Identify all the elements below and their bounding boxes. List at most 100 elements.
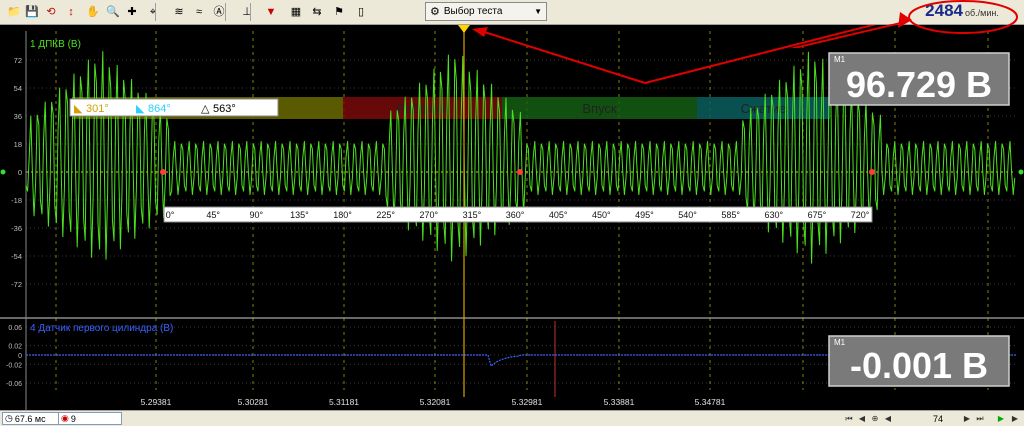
y-tick-label: 18 [14,140,22,149]
x-tick-label: 5.32081 [420,397,451,407]
cursor-3-icon: △ [201,102,210,115]
gear-icon: ⚙ [430,6,440,18]
cursor-3-value: 563° [213,103,236,115]
trigger-level-left [0,169,6,175]
vertical-scale-icon[interactable]: ↕ [62,3,80,21]
measurement-top-value: 96.729 В [846,64,992,105]
x-tick-label: 5.30281 [238,397,269,407]
y-tick-label: 0.06 [8,325,22,332]
scope-icon[interactable]: ⇆ [308,3,326,21]
x-tick-label: 5.29381 [141,397,172,407]
flag-icon[interactable]: ⚑ [330,3,348,21]
next-page-button[interactable]: ▶ [961,412,973,425]
measurement-top: M196.729 В [828,52,1010,106]
trigger-level-right [1018,169,1024,175]
first-button[interactable]: ⏮ [843,412,855,425]
degree-tick-label: 540° [678,210,697,220]
clock-icon: ◷ [5,413,13,423]
play-button[interactable]: ▶ [995,412,1007,425]
degree-tick-label: 675° [808,210,827,220]
timebase-value: 67.6 мс [14,413,46,424]
x-tick-label: 5.32981 [512,397,543,407]
toolbar-separator [225,3,226,21]
save-icon[interactable]: 💾 [23,3,41,21]
y-tick-label: -54 [11,252,22,261]
zoom-fit-icon[interactable]: ⟲ [42,3,60,21]
measurement-top-tag: M1 [834,55,846,64]
page-number: 74 [932,413,943,424]
step-button[interactable]: ▶ [1009,412,1021,425]
cursor-1-value: 301° [86,103,109,115]
y-tick-label: 54 [14,84,22,93]
timebase-field[interactable]: ◷ 67.6 мс [2,412,66,425]
zero-crossing-marker [517,169,523,175]
chevron-down-icon: ▼ [534,7,542,16]
hand-icon[interactable]: ✋ [84,3,102,21]
rpm-readout: 2484 об./мин. [900,1,1024,23]
channel-count-field[interactable]: ◉ 9 [58,412,122,425]
x-tick-label: 5.33881 [604,397,635,407]
degree-tick-label: 585° [721,210,740,220]
degree-tick-label: 135° [290,210,309,220]
y-tick-label: -18 [11,196,22,205]
x-tick-label: 5.31181 [329,397,359,407]
y-tick-label: -72 [11,280,22,289]
rpm-unit: об./мин. [964,8,999,18]
cursor-info-box: ◣ 301° ◣ 864° △ 563° [69,98,279,117]
degree-tick-label: 180° [333,210,352,220]
toolbar-separator [155,3,156,21]
measurement-bottom-tag: M1 [834,338,846,347]
degree-tick-label: 0° [166,210,175,220]
phase-label-3: Впуск [582,101,617,116]
y-tick-label: 0 [18,353,22,360]
zero-crossing-marker [869,169,875,175]
degree-tick-label: 360° [506,210,525,220]
channel-1-label: 1 ДПКВ (В) [30,39,81,50]
degree-tick-label: 495° [635,210,654,220]
test-select-label: Выбор теста [443,6,503,17]
degree-tick-label: 45° [206,210,220,220]
overlay-icon[interactable]: ≋ [170,3,188,21]
y-tick-label: 72 [14,56,22,65]
prev-button[interactable]: ◀ [856,412,868,425]
degree-tick-label: 450° [592,210,611,220]
degree-tick-label: 270° [419,210,438,220]
open-folder-icon[interactable]: 📁 [5,3,23,21]
prev-page-button[interactable]: ◀ [882,412,894,425]
channel-count-value: 9 [70,413,76,424]
bottom-bar: ◷ 67.6 мс ◉ 9 ⏮ ◀ ⊕ ◀ 74 ▶ ⏭ ▶ ▶ [0,410,1024,426]
cursor-1-icon: ◣ [74,102,83,115]
last-button[interactable]: ⏭ [974,412,986,425]
channel-4-label: 4 Датчик первого цилиндра (В) [30,323,173,334]
y-tick-label: -36 [11,224,22,233]
degree-tick-label: 630° [764,210,783,220]
rpm-value: 2484 [925,1,963,20]
compare-icon[interactable]: ≈ [190,3,208,21]
zero-crossing-marker [160,169,166,175]
cursor-2-icon: ◣ [136,102,145,115]
y-tick-label: -0.02 [6,362,22,369]
toolbar-separator [250,3,251,21]
oscilloscope-view[interactable]: йРабочийВпускСжатие 725436180-18-36-54-7… [0,25,1024,410]
document-icon[interactable]: ▯ [352,3,370,21]
degree-tick-label: 225° [376,210,395,220]
y-tick-label: -0.06 [6,381,22,388]
degree-tick-label: 315° [463,210,482,220]
degree-scale: 0° 45° 90° 135° 180° 225° 270° 315° 360° 405° 450°… [163,206,873,223]
zoom-fit-icon[interactable]: ⊕ [869,412,881,425]
crosshair-icon[interactable]: ✚ [123,3,141,21]
measurement-bottom-value: -0.001 В [850,345,988,386]
zoom-icon[interactable]: 🔍 [104,3,122,21]
degree-tick-label: 720° [851,210,870,220]
y-tick-label: 0 [18,168,22,177]
degree-tick-label: 90° [249,210,263,220]
y-tick-label: 0.02 [8,344,22,351]
table-icon[interactable]: ▦ [287,3,305,21]
test-select-dropdown[interactable]: ⚙ Выбор теста ▼ [425,2,547,21]
zero-icon[interactable]: ⊥ [238,3,256,21]
measurement-bottom: M1 -0.001 В [828,335,1010,387]
filter-icon[interactable]: ▼ [262,3,280,21]
cursor-icon[interactable]: ⌖ [144,3,162,21]
target-icon: ◉ [61,413,69,423]
scope-canvas[interactable]: йРабочийВпускСжатие 725436180-18-36-54-7… [0,25,1024,410]
